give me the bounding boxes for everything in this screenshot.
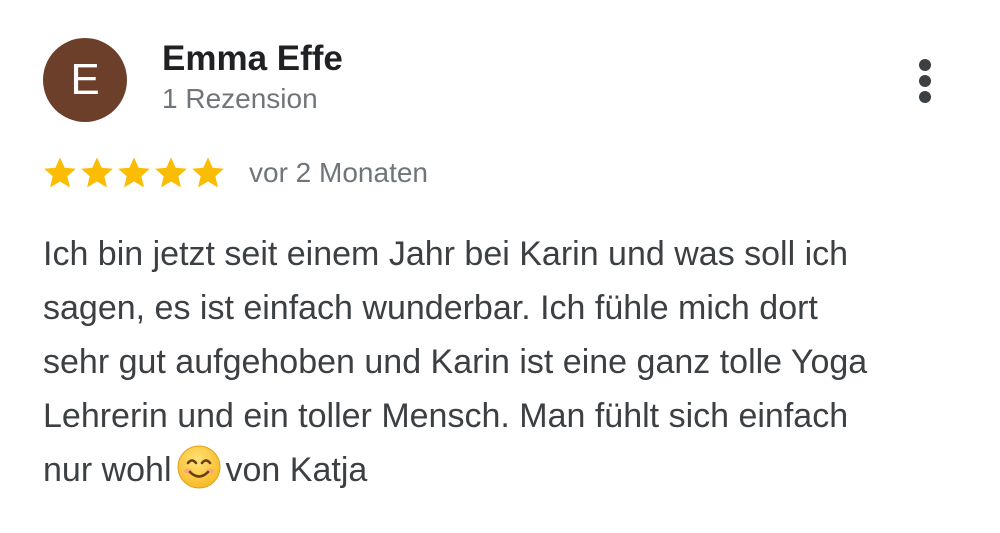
review-count: 1 Rezension — [162, 83, 318, 114]
star-icon — [44, 157, 76, 188]
star-rating — [42, 155, 227, 191]
star-icon — [118, 157, 150, 188]
review-timestamp: vor 2 Monaten — [249, 157, 428, 188]
more-options-button[interactable] — [903, 52, 947, 110]
avatar[interactable]: E — [43, 38, 127, 122]
review-text-line-last: nur wohl von Katja — [43, 443, 983, 497]
review-text-line: sagen, es ist einfach wunderbar. Ich füh… — [43, 289, 818, 327]
review-text-fragment: nur wohl — [43, 451, 172, 489]
rating-row: vor 2 Monaten — [42, 153, 428, 193]
more-vert-icon-dot — [919, 75, 931, 87]
more-vert-icon-dot — [919, 91, 931, 103]
star-icon — [155, 157, 187, 188]
more-vert-icon — [919, 59, 931, 71]
review-text-line: sehr gut aufgehoben und Karin ist eine g… — [43, 343, 868, 381]
author-name[interactable]: Emma Effe — [162, 39, 343, 79]
smiling-face-emoji-icon — [176, 444, 222, 490]
avatar-letter: E — [70, 55, 100, 104]
review-text-fragment: von Katja — [225, 451, 368, 489]
review-text-line: Ich bin jetzt seit einem Jahr bei Karin … — [43, 235, 849, 273]
review-text-line: Lehrerin und ein toller Mensch. Man fühl… — [43, 397, 849, 435]
star-icon — [81, 157, 113, 188]
review-text: Ich bin jetzt seit einem Jahr bei Karin … — [43, 227, 983, 497]
star-icon — [192, 157, 224, 188]
